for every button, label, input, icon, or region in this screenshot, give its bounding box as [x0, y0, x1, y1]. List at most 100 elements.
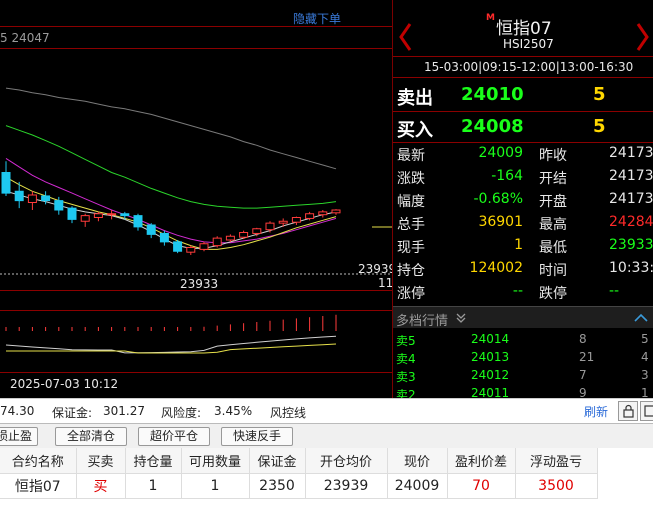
depth-level-label: 卖2 — [396, 388, 416, 398]
ask-price: 24010 — [461, 84, 524, 105]
candle-body — [278, 220, 288, 224]
column-header[interactable]: 合约名称 — [0, 448, 77, 474]
low-price-label: 23933 — [180, 277, 219, 291]
depth-qty-2: 4 — [641, 350, 649, 364]
hide-order-link[interactable]: 隐藏下单 — [293, 10, 341, 27]
quick-reverse-button[interactable]: 快速反手 — [221, 427, 293, 446]
close-all-button[interactable]: 全部清仓 — [55, 427, 127, 446]
ma-line-yellow — [5, 176, 337, 250]
info-label: 最高 — [539, 217, 567, 233]
window-icon[interactable] — [640, 401, 653, 421]
column-header[interactable]: 保证金 — [249, 448, 306, 474]
table-header-row: 合约名称 买卖 持仓量 可用数量 保证金 开仓均价 现价 盈利价差 浮动盈亏 — [0, 448, 598, 474]
column-header[interactable]: 浮动盈亏 — [515, 448, 598, 474]
risk-control-label: 风控线 — [270, 406, 307, 420]
bid-row[interactable]: 买入 24008 5 — [393, 112, 653, 142]
depth-row[interactable]: 卖4 24013 21 4 — [393, 350, 653, 368]
info-value: -- — [512, 283, 523, 299]
risk-value: 3.45% — [214, 404, 253, 418]
table-row[interactable]: 恒指07 买 1 1 2350 23939 24009 70 3500 — [0, 473, 598, 499]
table-cell: 2350 — [249, 473, 306, 499]
contract-title: 恒指07 — [496, 19, 552, 39]
candle-body — [199, 243, 209, 250]
column-header[interactable]: 开仓均价 — [305, 448, 388, 474]
risk-label: 风险度: — [161, 406, 202, 420]
info-label: 幅度 — [397, 194, 425, 210]
info-value: -- — [609, 283, 620, 299]
positions-grid: 合约名称 买卖 持仓量 可用数量 保证金 开仓均价 现价 盈利价差 浮动盈亏 恒指07 买 1 1 23… — [0, 448, 598, 499]
ma-line-long — [5, 87, 337, 170]
info-label: 跌停 — [539, 286, 567, 302]
depth-qty-2: 1 — [641, 386, 649, 398]
candle-body — [54, 200, 64, 211]
info-label: 昨收 — [539, 148, 567, 164]
candle-body — [67, 207, 77, 220]
column-header[interactable]: 可用数量 — [181, 448, 250, 474]
candle-body — [186, 247, 196, 253]
info-value: 1 — [514, 237, 523, 253]
info-value: 24284 — [609, 214, 653, 230]
margin-value: 301.27 — [103, 404, 145, 418]
contract-code: HSI2507 — [503, 37, 554, 51]
info-value: 24173 — [609, 191, 653, 207]
depth-level-label: 卖3 — [396, 370, 416, 384]
info-label: 涨停 — [397, 286, 425, 302]
info-value: -164 — [491, 168, 523, 184]
refresh-button[interactable]: 刷新 — [584, 403, 608, 420]
divider — [393, 142, 653, 143]
cursor-time-label: 2025-07-03 10:12 — [10, 377, 119, 391]
depth-price: 24014 — [471, 332, 510, 346]
ma-line-green — [5, 125, 337, 209]
table-cell: 1 — [181, 473, 250, 499]
position-count-label: 11 — [378, 276, 393, 290]
candle-body — [41, 195, 51, 202]
candle-body — [318, 211, 328, 216]
depth-header[interactable]: 多档行情 — [393, 306, 653, 329]
depth-level-label: 卖4 — [396, 352, 416, 366]
ask-row[interactable]: 卖出 24010 5 — [393, 80, 653, 110]
info-label: 总手 — [397, 217, 425, 233]
over-price-close-button[interactable]: 超价平仓 — [138, 427, 210, 446]
candle-body — [212, 237, 222, 247]
column-header[interactable]: 现价 — [387, 448, 448, 474]
collapse-icon[interactable] — [634, 313, 648, 323]
kline-chart[interactable]: 隐藏下单 5 24047 23933 23939 11 2025-07-03 1… — [0, 0, 393, 398]
column-header[interactable]: 持仓量 — [125, 448, 182, 474]
depth-row[interactable]: 卖2 24011 9 1 — [393, 386, 653, 398]
quote-panel: M 恒指07 HSI2507 15-03:00|09:15-12:00|13:0… — [393, 0, 653, 398]
table-body: 恒指07 买 1 1 2350 23939 24009 70 3500 — [0, 473, 598, 499]
ma-value-label: 5 24047 — [0, 31, 50, 45]
depth-qty-2: 3 — [641, 368, 649, 382]
table-cell: 70 — [447, 473, 516, 499]
column-header[interactable]: 买卖 — [76, 448, 126, 474]
open-avg-price-label: 23939 — [358, 262, 393, 276]
chart-canvas — [0, 87, 392, 354]
depth-level-label: 卖5 — [396, 334, 416, 348]
stop-profit-loss-button[interactable]: 损止盈 — [0, 427, 38, 446]
info-label: 最低 — [539, 240, 567, 256]
divider — [393, 77, 653, 78]
trading-hours: 15-03:00|09:15-12:00|13:00-16:30 — [424, 60, 634, 74]
action-toolbar: 损止盈 全部清仓 超价平仓 快速反手 — [0, 423, 653, 448]
table-cell: 恒指07 — [0, 473, 77, 499]
depth-qty: 9 — [579, 386, 587, 398]
column-header[interactable]: 盈利价差 — [447, 448, 516, 474]
candle-body — [159, 232, 169, 243]
candle-body — [146, 224, 156, 235]
info-value: 10:33:50 — [609, 260, 653, 276]
prev-contract-icon[interactable] — [398, 22, 412, 52]
depth-row[interactable]: 卖3 24012 7 3 — [393, 368, 653, 386]
lock-icon[interactable] — [618, 401, 638, 421]
candle-body — [80, 215, 90, 222]
info-value: 124002 — [469, 260, 523, 276]
depth-title: 多档行情 — [396, 314, 449, 329]
info-value: 23933 — [609, 237, 653, 253]
ask-qty: 5 — [593, 84, 606, 105]
candle-body — [252, 228, 262, 234]
candle-body — [173, 241, 183, 252]
depth-qty: 8 — [579, 332, 587, 346]
depth-row[interactable]: 卖5 24014 8 5 — [393, 332, 653, 350]
candle-body — [1, 172, 11, 194]
next-contract-icon[interactable] — [636, 22, 650, 52]
table-cell: 1 — [125, 473, 182, 499]
